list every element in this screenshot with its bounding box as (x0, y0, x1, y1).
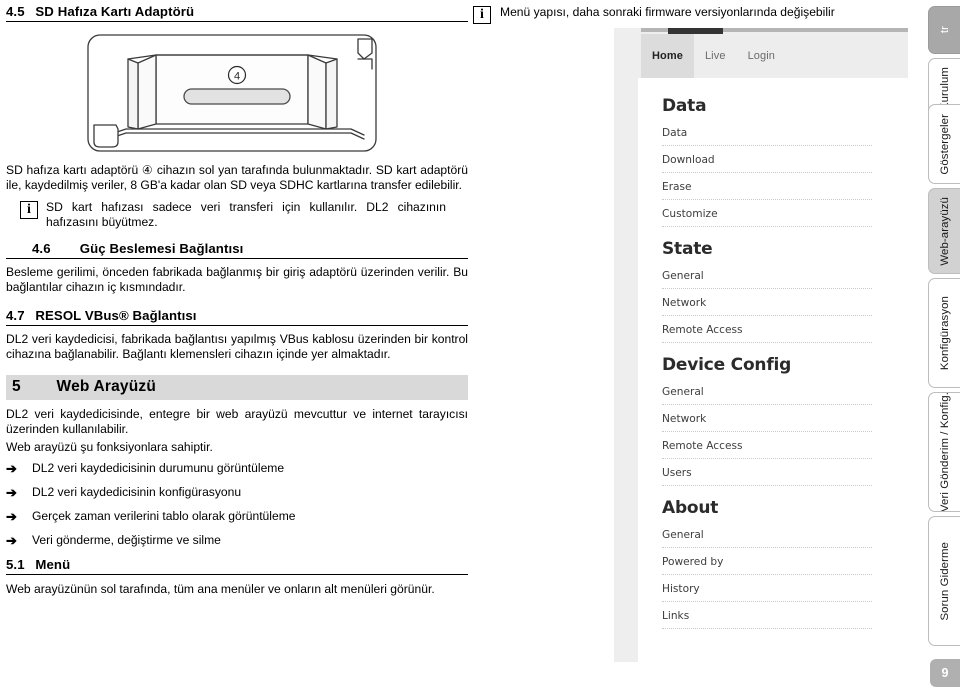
heading-4-5-title: SD Hafıza Kartı Adaptörü (35, 4, 195, 19)
arrow-icon: ➔ (6, 509, 17, 525)
sidebar-item-config-remote-access[interactable]: Remote Access (662, 438, 872, 459)
page-number-badge: 9 (930, 659, 960, 687)
heading-4-7: 4.7 RESOL VBus® Bağlantısı (6, 308, 468, 326)
tab-web-arayuzu-label: Web-arayüzü (938, 196, 951, 266)
list-item: ➔ DL2 veri kaydedicisinin durumunu görün… (6, 461, 468, 476)
paragraph-4-6: Besleme gerilimi, önceden fabrikada bağl… (6, 265, 468, 295)
tab-veri-gonderim-label: Veri Gönderim / Konfig. (938, 392, 951, 512)
list-item: ➔ DL2 veri kaydedicisinin konfigürasyonu (6, 485, 468, 500)
arrow-icon: ➔ (6, 533, 17, 549)
note-menu-structure: i Menü yapısı, daha sonraki firmware ver… (473, 5, 903, 24)
heading-5: 5 Web Arayüzü (6, 374, 468, 400)
chapter-tab-strip: tr Kurulum Göstergeler Web-arayüzü Konfi… (906, 0, 960, 697)
feature-list: ➔ DL2 veri kaydedicisinin durumunu görün… (6, 461, 468, 548)
sidebar-item-links[interactable]: Links (662, 608, 872, 629)
main-nav: Home Live Login (641, 34, 786, 78)
tab-sorun-giderme[interactable]: Sorun Giderme (928, 516, 960, 646)
heading-4-6: 4.6 Güç Beslemesi Bağlantısı (6, 241, 468, 260)
heading-5-1-number: 5.1 (6, 557, 25, 573)
heading-5-number: 5 (12, 377, 21, 395)
info-icon-glyph: i (27, 202, 31, 218)
sidebar-item-about-general[interactable]: General (662, 527, 872, 548)
heading-5-1-title: Menü (35, 557, 71, 573)
callout-4-label: 4 (234, 71, 240, 83)
tab-web-arayuzu[interactable]: Web-arayüzü (928, 188, 960, 274)
note-menu-structure-text: Menü yapısı, daha sonraki firmware versi… (500, 5, 835, 19)
sidebar-item-state-general[interactable]: General (662, 268, 872, 289)
tab-konfigurasyon-label: Konfigürasyon (938, 295, 951, 371)
nav-tab-live[interactable]: Live (694, 38, 737, 74)
menu-group-title: State (662, 239, 713, 259)
list-item-label: Veri gönderme, değiştirme ve silme (32, 533, 221, 548)
heading-4-5-number: 4.5 (6, 4, 25, 19)
arrow-icon: ➔ (6, 485, 17, 501)
paragraph-5-b: Web arayüzü şu fonksiyonlara sahiptir. (6, 439, 213, 454)
note-sd-memory: i SD kart hafızası sadece veri transferi… (6, 200, 468, 230)
sidebar-item-history[interactable]: History (662, 581, 872, 602)
paragraph-5-a: DL2 veri kaydedicisinde, entegre bir web… (6, 406, 468, 436)
heading-4-7-title: RESOL VBus® Bağlantısı (35, 307, 197, 323)
menu-group-title: About (662, 498, 719, 518)
menu-group-title: Data (662, 96, 707, 116)
heading-5-1: 5.1 Menü (6, 557, 468, 576)
menu-group-state: State General Network Remote Access (662, 239, 872, 343)
main-text-column: 4.5 SD Hafıza Kartı Adaptörü 4 SD hafıza… (6, 4, 468, 694)
info-icon: i (20, 201, 38, 220)
sidebar-item-download[interactable]: Download (662, 152, 872, 173)
sidebar-item-erase[interactable]: Erase (662, 179, 872, 200)
nav-tab-login[interactable]: Login (737, 38, 786, 74)
info-icon-glyph: i (480, 7, 484, 22)
tab-konfigurasyon[interactable]: Konfigürasyon (928, 278, 960, 388)
sidebar-item-state-network[interactable]: Network (662, 295, 872, 316)
heading-4-6-title: Güç Beslemesi Bağlantısı (79, 241, 244, 257)
heading-5-title: Web Arayüzü (56, 377, 157, 395)
sidebar-item-data[interactable]: Data (662, 125, 872, 146)
web-interface-screenshot: Home Live Login Data Data Download Erase… (614, 28, 908, 662)
sidebar-item-config-general[interactable]: General (662, 384, 872, 405)
sidebar-menu: Data Data Download Erase Customize State… (662, 96, 872, 641)
info-icon: i (473, 6, 491, 24)
heading-4-5: 4.5 SD Hafıza Kartı Adaptörü (6, 4, 468, 22)
sidebar-item-config-network[interactable]: Network (662, 411, 872, 432)
heading-4-6-number: 4.6 (32, 241, 51, 257)
tab-veri-gonderim[interactable]: Veri Gönderim / Konfig. (928, 392, 960, 512)
sd-card-adapter-illustration: 4 (6, 29, 468, 161)
menu-group-data: Data Data Download Erase Customize (662, 96, 872, 227)
sd-slot (183, 88, 291, 105)
note-sd-memory-text: SD kart hafızası sadece veri transferi i… (46, 200, 446, 230)
sidebar-item-config-users[interactable]: Users (662, 465, 872, 486)
tab-gostergeler-label: Göstergeler (938, 113, 951, 175)
menu-group-about: About General Powered by History Links (662, 498, 872, 629)
paragraph-4-7: DL2 veri kaydedicisi, fabrikada bağlantı… (6, 331, 468, 361)
menu-group-title: Device Config (662, 355, 792, 375)
heading-4-7-number: 4.7 (6, 307, 25, 323)
list-item-label: DL2 veri kaydedicisinin durumunu görüntü… (32, 461, 285, 476)
tab-sorun-giderme-label: Sorun Giderme (938, 541, 951, 621)
tab-gostergeler[interactable]: Göstergeler (928, 104, 960, 184)
tab-tr-label: tr (938, 26, 951, 34)
tab-tr[interactable]: tr (928, 6, 960, 54)
sidebar-item-state-remote-access[interactable]: Remote Access (662, 322, 872, 343)
paragraph-5-1: Web arayüzünün sol tarafında, tüm ana me… (6, 582, 435, 597)
document-page: 4.5 SD Hafıza Kartı Adaptörü 4 SD hafıza… (0, 0, 960, 697)
sidebar-item-powered-by[interactable]: Powered by (662, 554, 872, 575)
paragraph-4-5: SD hafıza kartı adaptörü ④ cihazın sol y… (6, 163, 468, 193)
sidebar-item-customize[interactable]: Customize (662, 206, 872, 227)
content-panel: Data Data Download Erase Customize State… (638, 78, 908, 662)
arrow-icon: ➔ (6, 461, 17, 477)
list-item-label: DL2 veri kaydedicisinin konfigürasyonu (32, 485, 242, 500)
list-item: ➔ Gerçek zaman verilerini tablo olarak g… (6, 509, 468, 524)
device-drawing-svg: 4 (87, 34, 377, 152)
list-item-label: Gerçek zaman verilerini tablo olarak gör… (32, 509, 296, 524)
list-item: ➔ Veri gönderme, değiştirme ve silme (6, 533, 468, 548)
nav-tab-home[interactable]: Home (641, 34, 694, 78)
menu-group-device-config: Device Config General Network Remote Acc… (662, 355, 872, 486)
